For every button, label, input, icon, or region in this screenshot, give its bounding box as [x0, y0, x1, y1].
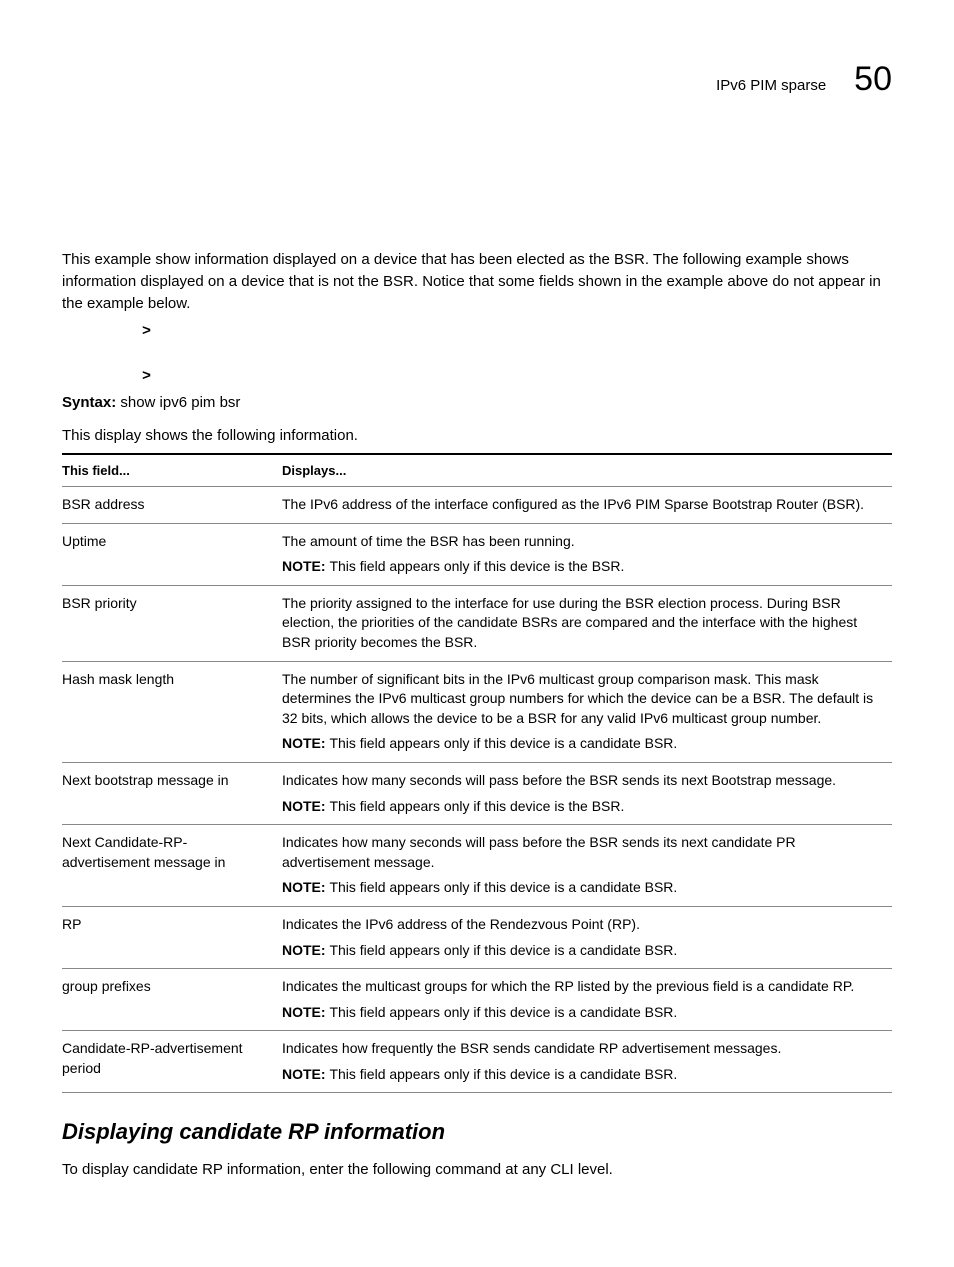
note-label: NOTE:	[282, 735, 329, 751]
note-text: This field appears only if this device i…	[329, 798, 624, 814]
field-description: The priority assigned to the interface f…	[282, 585, 892, 661]
page-number: 50	[854, 60, 892, 99]
description-text: The amount of time the BSR has been runn…	[282, 532, 882, 552]
note-text: This field appears only if this device i…	[329, 1004, 677, 1020]
running-header: IPv6 PIM sparse	[716, 77, 826, 94]
table-row: Next Candidate-RP-advertisement message …	[62, 825, 892, 907]
description-text: The number of significant bits in the IP…	[282, 670, 882, 729]
table-row: Candidate-RP-advertisement periodIndicat…	[62, 1031, 892, 1093]
note-label: NOTE:	[282, 1066, 329, 1082]
field-description: The number of significant bits in the IP…	[282, 661, 892, 762]
syntax-command: show ipv6 pim bsr	[120, 394, 240, 411]
table-row: UptimeThe amount of time the BSR has bee…	[62, 523, 892, 585]
field-description: Indicates the IPv6 address of the Rendez…	[282, 906, 892, 968]
table-row: RPIndicates the IPv6 address of the Rend…	[62, 906, 892, 968]
col-header-displays: Displays...	[282, 454, 892, 487]
note-line: NOTE: This field appears only if this de…	[282, 878, 882, 898]
field-description: Indicates how frequently the BSR sends c…	[282, 1031, 892, 1093]
description-text: Indicates the IPv6 address of the Rendez…	[282, 915, 882, 935]
field-description: Indicates how many seconds will pass bef…	[282, 825, 892, 907]
note-label: NOTE:	[282, 879, 329, 895]
description-text: The IPv6 address of the interface config…	[282, 495, 882, 515]
field-name: Next bootstrap message in	[62, 762, 282, 824]
field-description: The IPv6 address of the interface config…	[282, 487, 892, 524]
note-text: This field appears only if this device i…	[329, 879, 677, 895]
page: IPv6 PIM sparse 50 This example show inf…	[0, 0, 954, 1267]
field-name: BSR priority	[62, 585, 282, 661]
table-intro: This display shows the following informa…	[62, 425, 892, 447]
field-name: Uptime	[62, 523, 282, 585]
description-text: The priority assigned to the interface f…	[282, 594, 882, 653]
note-line: NOTE: This field appears only if this de…	[282, 557, 882, 577]
field-description: Indicates how many seconds will pass bef…	[282, 762, 892, 824]
field-name: Next Candidate-RP-advertisement message …	[62, 825, 282, 907]
section-body: To display candidate RP information, ent…	[62, 1159, 892, 1181]
cli-output-block: > >	[142, 324, 892, 384]
field-name: group prefixes	[62, 969, 282, 1031]
description-text: Indicates how many seconds will pass bef…	[282, 771, 882, 791]
section-heading: Displaying candidate RP information	[62, 1119, 892, 1145]
page-header: IPv6 PIM sparse 50	[62, 60, 892, 99]
note-text: This field appears only if this device i…	[329, 942, 677, 958]
note-text: This field appears only if this device i…	[329, 1066, 677, 1082]
note-line: NOTE: This field appears only if this de…	[282, 797, 882, 817]
field-name: Hash mask length	[62, 661, 282, 762]
col-header-field: This field...	[62, 454, 282, 487]
table-row: group prefixesIndicates the multicast gr…	[62, 969, 892, 1031]
syntax-line: Syntax: show ipv6 pim bsr	[62, 394, 892, 411]
table-row: Next bootstrap message inIndicates how m…	[62, 762, 892, 824]
description-text: Indicates the multicast groups for which…	[282, 977, 882, 997]
table-row: Hash mask lengthThe number of significan…	[62, 661, 892, 762]
field-name: Candidate-RP-advertisement period	[62, 1031, 282, 1093]
note-text: This field appears only if this device i…	[329, 558, 624, 574]
field-description: The amount of time the BSR has been runn…	[282, 523, 892, 585]
note-label: NOTE:	[282, 942, 329, 958]
syntax-label: Syntax:	[62, 394, 116, 411]
note-label: NOTE:	[282, 798, 329, 814]
description-text: Indicates how frequently the BSR sends c…	[282, 1039, 882, 1059]
field-description: Indicates the multicast groups for which…	[282, 969, 892, 1031]
table-row: BSR priorityThe priority assigned to the…	[62, 585, 892, 661]
note-line: NOTE: This field appears only if this de…	[282, 941, 882, 961]
field-name: RP	[62, 906, 282, 968]
note-text: This field appears only if this device i…	[329, 735, 677, 751]
table-row: BSR addressThe IPv6 address of the inter…	[62, 487, 892, 524]
note-line: NOTE: This field appears only if this de…	[282, 1003, 882, 1023]
note-label: NOTE:	[282, 558, 329, 574]
note-line: NOTE: This field appears only if this de…	[282, 734, 882, 754]
fields-table: This field... Displays... BSR addressThe…	[62, 453, 892, 1093]
description-text: Indicates how many seconds will pass bef…	[282, 833, 882, 872]
field-name: BSR address	[62, 487, 282, 524]
note-label: NOTE:	[282, 1004, 329, 1020]
note-line: NOTE: This field appears only if this de…	[282, 1065, 882, 1085]
intro-paragraph: This example show information displayed …	[62, 249, 892, 314]
